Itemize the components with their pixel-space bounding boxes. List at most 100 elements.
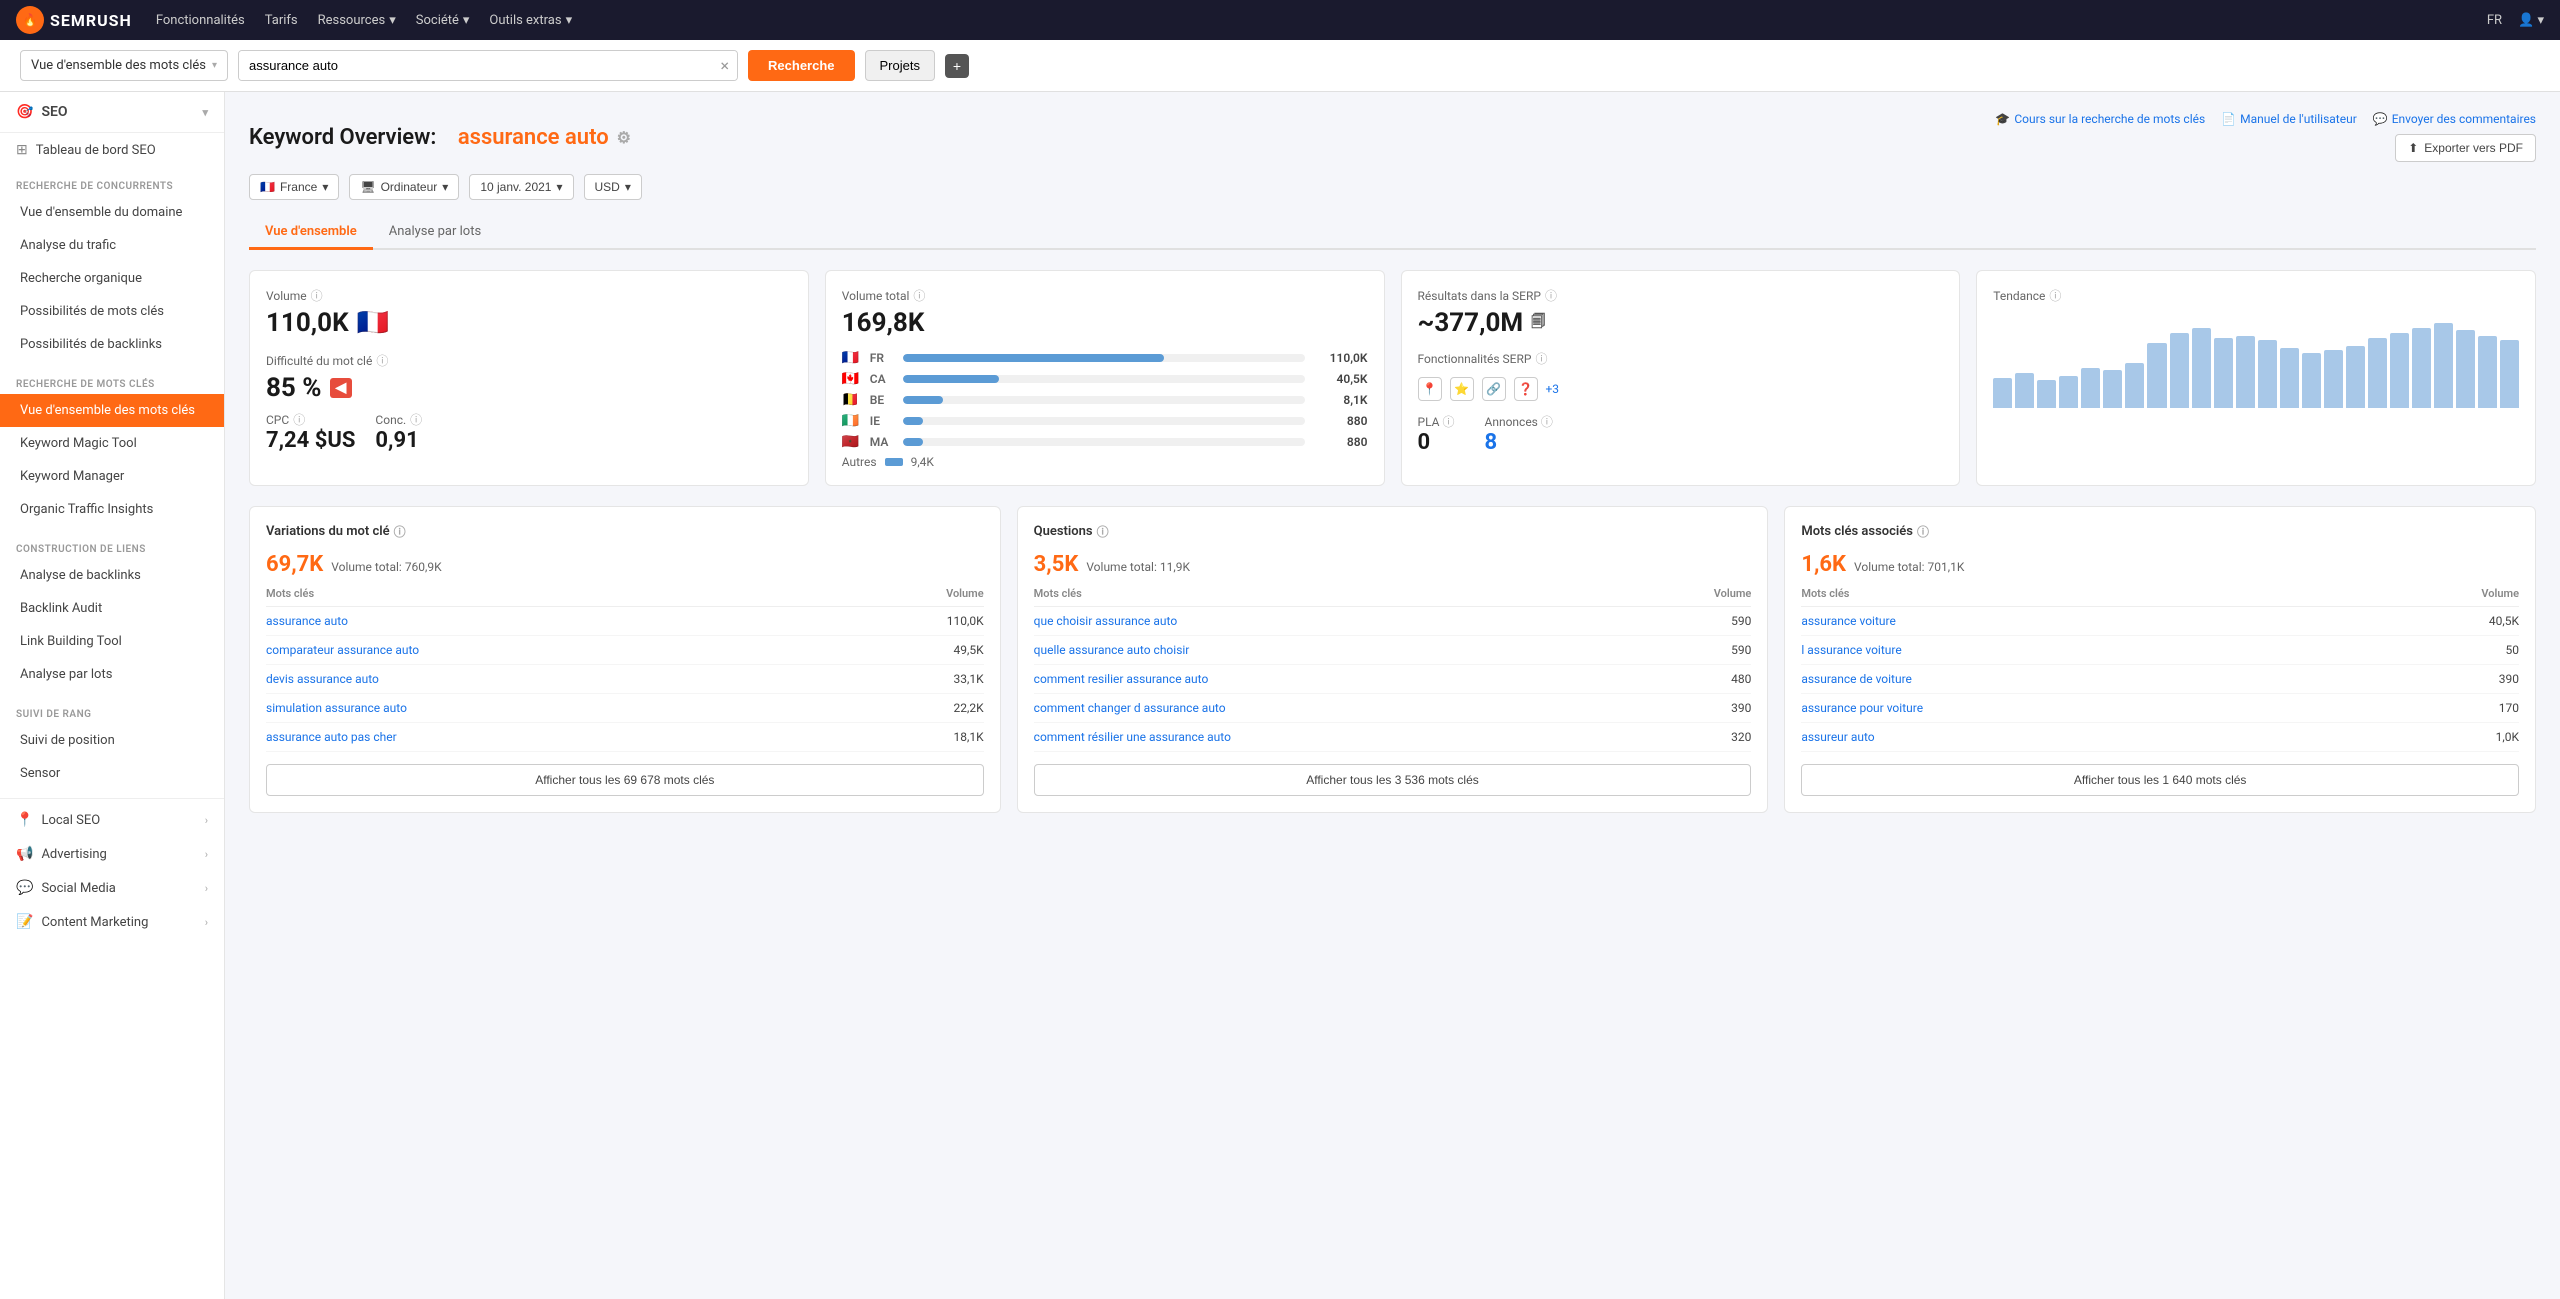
search-input[interactable] <box>239 51 737 80</box>
serp-more[interactable]: +3 <box>1546 382 1560 396</box>
serp-feature-link[interactable]: 🔗 <box>1482 377 1506 401</box>
show-all-variations-btn[interactable]: Afficher tous les 69 678 mots clés <box>266 764 984 796</box>
sidebar-section-links: CONSTRUCTION DE LIENS Analyse de backlin… <box>0 530 224 695</box>
sidebar-item-kw-possibilities[interactable]: Possibilités de mots clés <box>0 295 224 328</box>
sidebar-dashboard[interactable]: ⊞ Tableau de bord SEO <box>0 133 224 167</box>
trend-bar-0 <box>1993 318 2012 408</box>
kw-link[interactable]: assureur auto <box>1801 730 1874 744</box>
nav-ressources[interactable]: Ressources ▾ <box>318 13 396 28</box>
manual-link[interactable]: 📄 Manuel de l'utilisateur <box>2221 112 2357 126</box>
sidebar-item-backlink-analysis[interactable]: Analyse de backlinks <box>0 559 224 592</box>
kw-link[interactable]: comment resilier assurance auto <box>1034 672 1209 686</box>
show-all-associated-btn[interactable]: Afficher tous les 1 640 mots clés <box>1801 764 2519 796</box>
sidebar-item-social-media[interactable]: 💬 Social Media › <box>0 871 224 905</box>
nav-right: FR 👤 ▾ <box>2487 13 2544 28</box>
vol-total-label: Volume total ⓘ <box>842 287 1368 304</box>
kw-link[interactable]: assurance voiture <box>1801 614 1895 628</box>
kw-link[interactable]: l assurance voiture <box>1801 643 1901 657</box>
sidebar-item-advertising[interactable]: 📢 Advertising › <box>0 837 224 871</box>
sidebar-seo-item[interactable]: 🎯 SEO ▾ <box>0 92 224 133</box>
annonces-info[interactable]: ⓘ <box>1541 415 1553 429</box>
serp-features-label: Fonctionnalités SERP ⓘ <box>1418 350 1944 367</box>
questions-info[interactable]: ⓘ <box>1097 523 1109 540</box>
serp-label: Résultats dans la SERP ⓘ <box>1418 287 1944 304</box>
course-link[interactable]: 🎓 Cours sur la recherche de mots clés <box>1995 112 2205 126</box>
kw-link[interactable]: simulation assurance auto <box>266 701 407 715</box>
serp-feature-star[interactable]: ⭐ <box>1450 377 1474 401</box>
kw-link[interactable]: assurance auto pas cher <box>266 730 397 744</box>
sidebar-item-kw-magic[interactable]: Keyword Magic Tool <box>0 427 224 460</box>
kw-link[interactable]: comparateur assurance auto <box>266 643 419 657</box>
sidebar-item-backlink-possibilities[interactable]: Possibilités de backlinks <box>0 328 224 361</box>
kw-associated-count-row: 1,6K Volume total: 701,1K <box>1801 552 2519 577</box>
tab-batch[interactable]: Analyse par lots <box>373 216 497 250</box>
sidebar-item-local-seo[interactable]: 📍 Local SEO › <box>0 803 224 837</box>
tab-overview[interactable]: Vue d'ensemble <box>249 216 373 250</box>
questions-table: Mots clés Volume que choisir assurance a… <box>1034 587 1752 752</box>
logo[interactable]: 🔥 SEMRUSH <box>16 6 132 34</box>
sidebar-item-domain-overview[interactable]: Vue d'ensemble du domaine <box>0 196 224 229</box>
sidebar-item-organic-insights[interactable]: Organic Traffic Insights <box>0 493 224 526</box>
conc-info-icon[interactable]: ⓘ <box>410 411 422 428</box>
table-row: devis assurance auto33,1K <box>266 665 984 694</box>
pla-info[interactable]: ⓘ <box>1442 415 1454 429</box>
kw-link[interactable]: assurance auto <box>266 614 348 628</box>
tendance-info-icon[interactable]: ⓘ <box>2049 287 2061 304</box>
serp-info-icon[interactable]: ⓘ <box>1545 287 1557 304</box>
lang-selector[interactable]: FR <box>2487 13 2502 28</box>
tool-dropdown[interactable]: Vue d'ensemble des mots clés ▾ <box>20 50 228 81</box>
sidebar-item-organic-research[interactable]: Recherche organique <box>0 262 224 295</box>
sidebar-item-position-tracking[interactable]: Suivi de position <box>0 724 224 757</box>
country-filter[interactable]: 🇫🇷 France ▾ <box>249 174 339 200</box>
vol-total-info-icon[interactable]: ⓘ <box>913 287 925 304</box>
nav-fonctionnalites[interactable]: Fonctionnalités <box>156 13 245 28</box>
sidebar-item-traffic-analysis[interactable]: Analyse du trafic <box>0 229 224 262</box>
kw-link[interactable]: assurance de voiture <box>1801 672 1912 686</box>
sidebar-item-kw-manager[interactable]: Keyword Manager <box>0 460 224 493</box>
sidebar-item-backlink-audit[interactable]: Backlink Audit <box>0 592 224 625</box>
serp-features-info[interactable]: ⓘ <box>1535 350 1547 367</box>
kw-link[interactable]: comment résilier une assurance auto <box>1034 730 1231 744</box>
vol-row-ie: 🇮🇪 IE 880 <box>842 413 1368 429</box>
serp-feature-location[interactable]: 📍 <box>1418 377 1442 401</box>
nav-societe[interactable]: Société ▾ <box>416 13 470 28</box>
date-filter[interactable]: 10 janv. 2021 ▾ <box>469 174 573 200</box>
kw-cell: comparateur assurance auto <box>266 636 842 665</box>
volume-card: Volume ⓘ 110,0K 🇫🇷 Difficulté du mot clé… <box>249 270 809 486</box>
sidebar-item-kw-overview[interactable]: Vue d'ensemble des mots clés <box>0 394 224 427</box>
vol-cell: 480 <box>1636 665 1751 694</box>
clear-icon[interactable]: × <box>720 56 729 75</box>
section-title-rank: SUIVI DE RANG <box>0 699 224 724</box>
local-seo-icon: 📍 <box>16 812 33 828</box>
difficulty-info-icon[interactable]: ⓘ <box>376 352 388 369</box>
user-menu[interactable]: 👤 ▾ <box>2518 13 2544 28</box>
add-project-button[interactable]: + <box>945 54 969 78</box>
feedback-link[interactable]: 💬 Envoyer des commentaires <box>2373 112 2536 126</box>
export-pdf-button[interactable]: ⬆ Exporter vers PDF <box>2395 134 2536 162</box>
serp-feature-question[interactable]: ❓ <box>1514 377 1538 401</box>
sidebar-item-batch-analysis[interactable]: Analyse par lots <box>0 658 224 691</box>
kw-link[interactable]: que choisir assurance auto <box>1034 614 1178 628</box>
cpc-info-icon[interactable]: ⓘ <box>293 411 305 428</box>
associated-info[interactable]: ⓘ <box>1917 523 1929 540</box>
nav-outils[interactable]: Outils extras ▾ <box>489 13 572 28</box>
show-all-questions-btn[interactable]: Afficher tous les 3 536 mots clés <box>1034 764 1752 796</box>
serp-copy-icon[interactable]: 🗐 <box>1531 311 1545 335</box>
logo-icon: 🔥 <box>16 6 44 34</box>
variations-info[interactable]: ⓘ <box>394 523 406 540</box>
projects-button[interactable]: Projets <box>865 50 935 81</box>
keyword-settings-icon[interactable]: ⚙ <box>617 128 631 147</box>
volume-info-icon[interactable]: ⓘ <box>311 287 323 304</box>
kw-link[interactable]: quelle assurance auto choisir <box>1034 643 1190 657</box>
kw-link[interactable]: assurance pour voiture <box>1801 701 1923 715</box>
vol-cell: 40,5K <box>2350 607 2519 636</box>
sidebar-item-sensor[interactable]: Sensor <box>0 757 224 790</box>
nav-tarifs[interactable]: Tarifs <box>265 13 298 28</box>
sidebar-item-link-building[interactable]: Link Building Tool <box>0 625 224 658</box>
sidebar-item-content-marketing[interactable]: 📝 Content Marketing › <box>0 905 224 939</box>
device-filter[interactable]: 🖥 Ordinateur ▾ <box>349 174 459 200</box>
kw-link[interactable]: comment changer d assurance auto <box>1034 701 1226 715</box>
currency-filter[interactable]: USD ▾ <box>584 174 642 200</box>
search-button[interactable]: Recherche <box>748 50 854 81</box>
kw-link[interactable]: devis assurance auto <box>266 672 379 686</box>
